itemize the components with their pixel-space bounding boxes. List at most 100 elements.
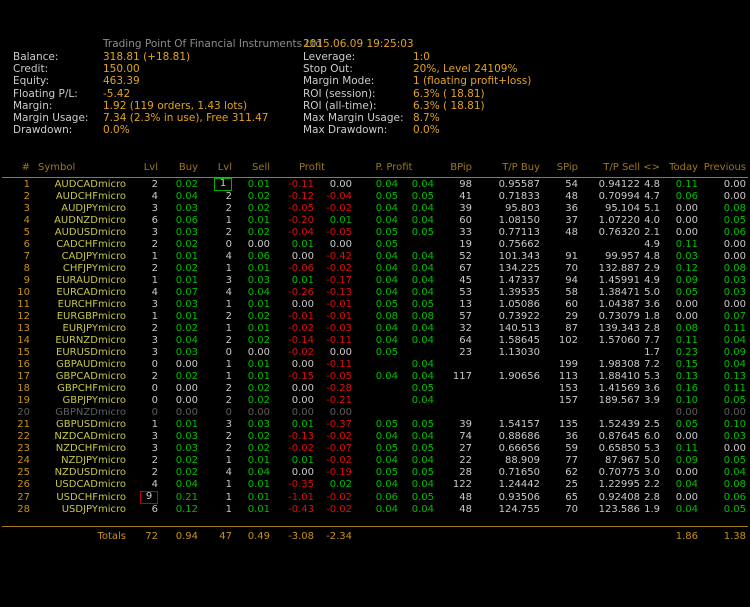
cell-symbol: GBPAUDmicro: [32, 359, 128, 371]
cell-lvl_buy: 0: [128, 359, 160, 371]
cell-pprofit_sell: 0.05: [400, 191, 436, 203]
cell-profit_sell: -0.03: [316, 323, 354, 335]
col-header: <>: [642, 159, 662, 178]
cell-lvl_sell: 1: [200, 455, 234, 467]
cell-profit_buy: -0.15: [272, 371, 316, 383]
cell-profit_sell: -0.21: [316, 395, 354, 407]
cell-spread: 3.6: [642, 383, 662, 395]
cell-spip: [542, 239, 580, 251]
cell-lvl_buy: 3: [128, 443, 160, 455]
cell-today: 0.09: [662, 275, 700, 287]
cell-tp_sell: 0.70994: [580, 191, 642, 203]
cell-profit_buy: 0.01: [272, 419, 316, 431]
cell-sell: 0.02: [234, 311, 272, 323]
table-row: 1AUDCADmicro20.0210.01-0.110.000.040.049…: [2, 178, 748, 192]
cell-symbol: GBPUSDmicro: [32, 419, 128, 431]
table-row: 6CADCHFmicro20.0200.000.010.000.05190.75…: [2, 239, 748, 251]
col-header: SPip: [542, 159, 580, 178]
cell-lvl_sell: 2: [200, 395, 234, 407]
cell-today: 0.16: [662, 383, 700, 395]
cell-lvl_buy: 3: [128, 227, 160, 239]
cell-bpip: 41: [436, 191, 474, 203]
cell-profit_buy: -3.08: [272, 527, 316, 546]
cell-symbol: GBPJPYmicro: [32, 395, 128, 407]
cell-previous: 0.00: [700, 443, 748, 455]
cell-profit_buy: -1.01: [272, 491, 316, 504]
cell-profit_sell: 0.00: [316, 239, 354, 251]
info-row-left-3: Floating P/L:-5.42: [13, 88, 268, 100]
cell-pprofit_sell: 0.05: [400, 227, 436, 239]
table-row: 17GBPCADmicro20.0210.01-0.15-0.050.040.0…: [2, 371, 748, 383]
cell-today: 0.05: [662, 287, 700, 299]
cell-tp_sell: 0.87645: [580, 431, 642, 443]
cell-spread: 1.9: [642, 504, 662, 516]
cell-num: 11: [2, 299, 32, 311]
table-row: 13EURJPYmicro20.0210.01-0.02-0.030.040.0…: [2, 323, 748, 335]
cell-previous: 0.00: [700, 239, 748, 251]
cell-today: 0.11: [662, 443, 700, 455]
cell-spread: 5.3: [642, 443, 662, 455]
cell-num: 22: [2, 431, 32, 443]
cell-pprofit_sell: 0.04: [400, 263, 436, 275]
cell-bpip: 27: [436, 443, 474, 455]
cell-pprofit_sell: 0.04: [400, 479, 436, 491]
table-row: 12EURGBPmicro10.0120.02-0.01-0.010.080.0…: [2, 311, 748, 323]
cell-symbol: AUDNZDmicro: [32, 215, 128, 227]
cell-spip: 25: [542, 479, 580, 491]
cell-tp_buy: 0.66656: [474, 443, 542, 455]
cell-spip: 36: [542, 431, 580, 443]
cell-pprofit_sell: 0.04: [400, 431, 436, 443]
cell-sell: 0.04: [234, 467, 272, 479]
cell-symbol: USDCHFmicro: [32, 491, 128, 504]
cell-sell: 0.01: [234, 455, 272, 467]
info-label: Equity:: [13, 75, 103, 87]
info-value: 150.00: [103, 63, 140, 75]
cell-pprofit_sell: 0.04: [400, 215, 436, 227]
cell-tp_buy: [474, 383, 542, 395]
cell-bpip: 57: [436, 311, 474, 323]
cell-profit_sell: 0.00: [316, 178, 354, 192]
cell-lvl_sell: 2: [200, 383, 234, 395]
col-header: Profit: [272, 159, 354, 178]
cell-num: 16: [2, 359, 32, 371]
cell-sell: 0.49: [234, 527, 272, 546]
cell-sell: 0.00: [234, 347, 272, 359]
cell-profit_sell: -0.01: [316, 299, 354, 311]
cell-num: 12: [2, 311, 32, 323]
cell-lvl_sell: 1: [200, 323, 234, 335]
cell-spip: [542, 407, 580, 419]
cell-lvl_buy: 3: [128, 347, 160, 359]
info-label: ROI (all-time):: [303, 100, 413, 112]
info-label: ROI (session):: [303, 88, 413, 100]
cell-spread: 5.0: [642, 455, 662, 467]
cell-profit_sell: -0.02: [316, 431, 354, 443]
cell-symbol: EURAUDmicro: [32, 275, 128, 287]
cell-tp_sell: 189.567: [580, 395, 642, 407]
cell-spip: 65: [542, 491, 580, 504]
info-row-left-4: Margin:1.92 (119 orders, 1.43 lots): [13, 100, 268, 112]
cell-tp_sell: [580, 407, 642, 419]
cell-previous: 0.05: [700, 455, 748, 467]
cell-buy: 0.01: [160, 311, 200, 323]
cell-spread: 2.2: [642, 479, 662, 491]
cell-tp_sell: 1.38471: [580, 287, 642, 299]
cell-tp_buy: [474, 407, 542, 419]
cell-buy: 0.02: [160, 455, 200, 467]
cell-tp_sell: 1.52439: [580, 419, 642, 431]
cell-pprofit_buy: 0.04: [354, 455, 400, 467]
cell-previous: 0.03: [700, 431, 748, 443]
info-value: 318.81 (+18.81): [103, 51, 190, 63]
cell-spip: 135: [542, 419, 580, 431]
cell-today: 0.04: [662, 504, 700, 516]
cell-bpip: 39: [436, 419, 474, 431]
cell-lvl_sell: 3: [200, 275, 234, 287]
cell-sell: 0.01: [234, 323, 272, 335]
cell-buy: 0.02: [160, 239, 200, 251]
cell-spread: 7.7: [642, 335, 662, 347]
cell-today: 0.00: [662, 431, 700, 443]
totals-row: Totals720.94470.49-3.08-2.341.861.38: [2, 527, 748, 546]
cell-spread: 2.9: [642, 263, 662, 275]
cell-buy: 0.04: [160, 479, 200, 491]
cell-profit_buy: -0.12: [272, 191, 316, 203]
cell-pprofit_sell: 0.05: [400, 491, 436, 504]
